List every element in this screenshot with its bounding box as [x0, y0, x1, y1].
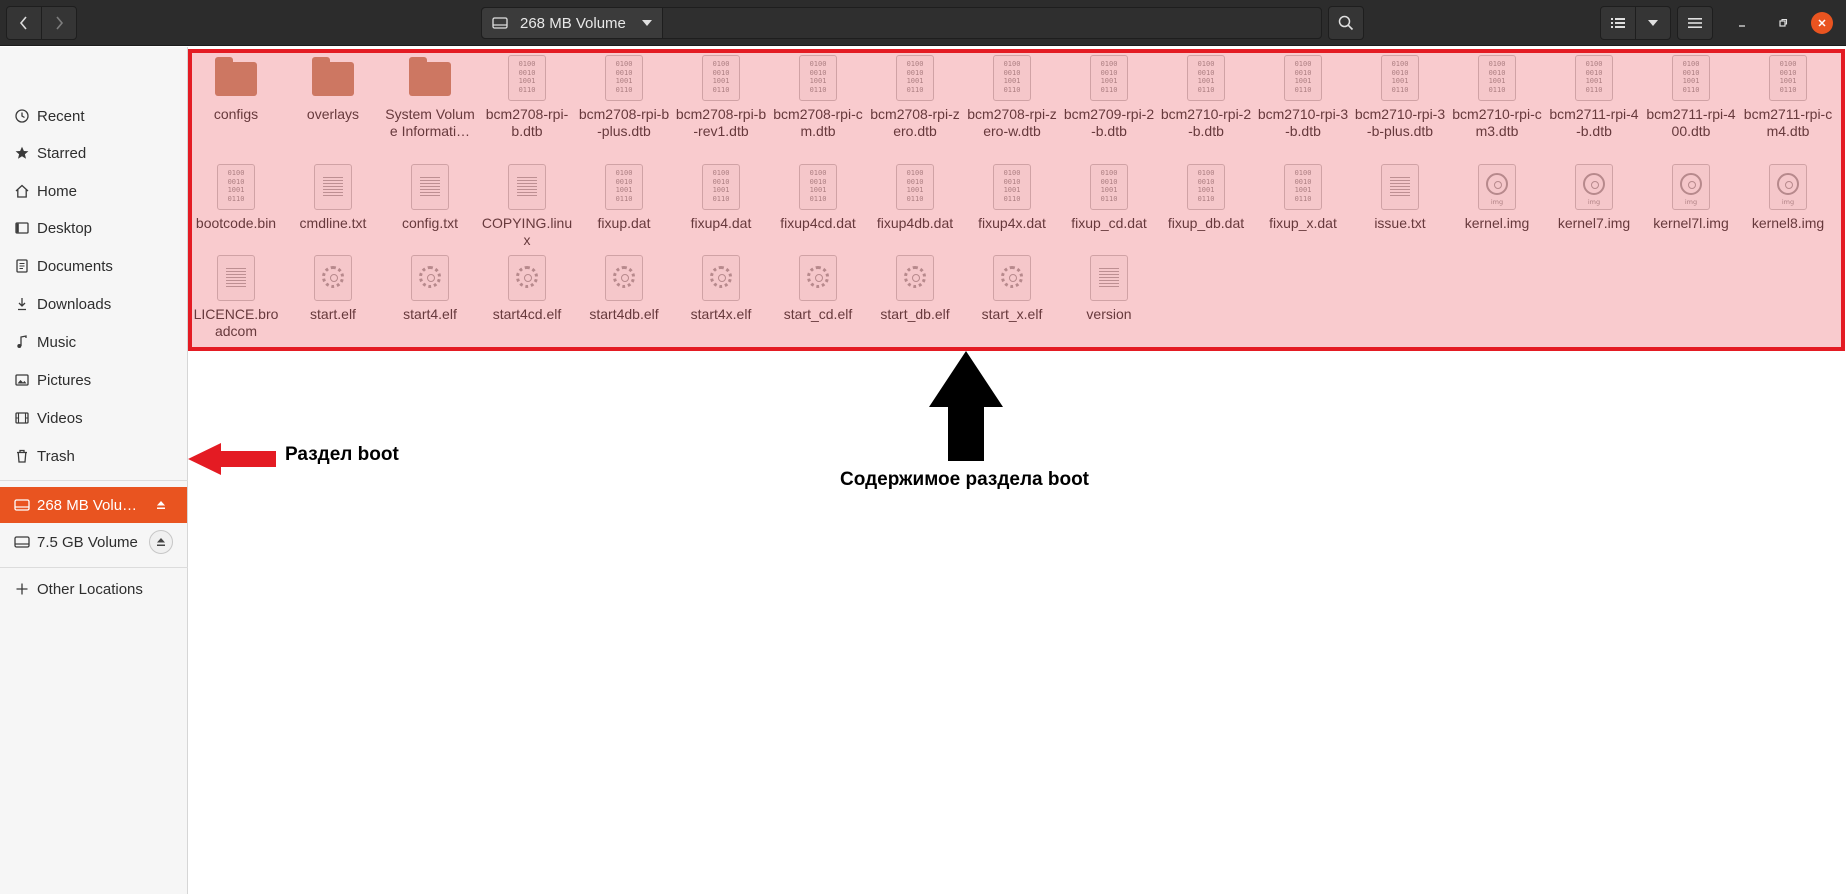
- sidebar-separator: [0, 567, 188, 568]
- plus-icon: [13, 580, 31, 598]
- close-icon: [1818, 19, 1826, 27]
- music-icon: [13, 333, 31, 351]
- sidebar-item-label: Downloads: [37, 295, 112, 313]
- sidebar-item-label: Home: [37, 182, 78, 200]
- sidebar-item-home[interactable]: Home: [0, 173, 187, 209]
- trash-icon: [13, 447, 31, 465]
- maximize-icon: [1779, 18, 1788, 27]
- sidebar-item-pictures[interactable]: Pictures: [0, 362, 187, 398]
- sidebar-item-videos[interactable]: Videos: [0, 400, 187, 436]
- sidebar-item-label: Music: [37, 333, 77, 351]
- close-button[interactable]: [1811, 12, 1833, 34]
- chevron-left-icon: [19, 16, 27, 30]
- sidebar-item-label: Pictures: [37, 371, 92, 389]
- minimize-icon: [1739, 25, 1745, 27]
- boot-content-highlight: [188, 49, 1845, 351]
- main-menu-button[interactable]: [1677, 6, 1713, 40]
- sidebar-item-starred[interactable]: Starred: [0, 135, 187, 171]
- caret-down-icon: [1648, 20, 1658, 26]
- eject-button[interactable]: [149, 493, 173, 517]
- star-icon: [13, 144, 31, 162]
- video-icon: [13, 409, 31, 427]
- sidebar-item-label: Desktop: [37, 219, 93, 237]
- picture-icon: [13, 371, 31, 389]
- sidebar-item-recent[interactable]: Recent: [0, 98, 187, 134]
- list-view-button[interactable]: [1600, 6, 1636, 40]
- sidebar-item-label: 7.5 GB Volume: [37, 533, 138, 551]
- back-button[interactable]: [6, 6, 42, 40]
- sidebar-item-volume-1[interactable]: 268 MB Volu…: [0, 487, 187, 523]
- hamburger-menu-icon: [1688, 18, 1702, 28]
- sidebar-item-label: Videos: [37, 409, 83, 427]
- list-view-icon: [1611, 18, 1625, 28]
- sidebar-item-trash[interactable]: Trash: [0, 438, 187, 474]
- document-icon: [13, 257, 31, 275]
- sidebar: Recent Starred Home Desktop Documents Downloa…: [0, 47, 188, 894]
- header-bar: 268 MB Volume: [0, 0, 1846, 46]
- download-icon: [13, 295, 31, 313]
- maximize-button[interactable]: [1772, 12, 1794, 34]
- sidebar-item-other-locations[interactable]: Other Locations: [0, 571, 187, 607]
- chevron-right-icon: [56, 16, 64, 30]
- drive-icon: [492, 17, 508, 29]
- sidebar-item-label: Starred: [37, 144, 87, 162]
- sidebar-item-volume-2[interactable]: 7.5 GB Volume: [0, 524, 187, 560]
- sidebar-item-music[interactable]: Music: [0, 324, 187, 360]
- caret-down-icon: [641, 20, 652, 26]
- view-options-button[interactable]: [1635, 6, 1671, 40]
- eject-button[interactable]: [149, 530, 173, 554]
- boot-content-label: Содержимое раздела boot: [840, 469, 1090, 490]
- sidebar-item-label: 268 MB Volu…: [37, 496, 138, 514]
- sidebar-item-label: Trash: [37, 447, 75, 465]
- sidebar-separator: [0, 480, 188, 481]
- black-arrow-up: [929, 351, 1003, 461]
- desktop-icon: [13, 219, 31, 237]
- path-button-current[interactable]: 268 MB Volume: [482, 8, 663, 38]
- clock-icon: [13, 107, 31, 125]
- search-button[interactable]: [1328, 6, 1364, 40]
- drive-icon: [13, 496, 31, 514]
- sidebar-item-desktop[interactable]: Desktop: [0, 210, 187, 246]
- red-arrow-left: [188, 443, 276, 475]
- sidebar-item-label: Recent: [37, 107, 85, 125]
- boot-partition-label: Раздел boot: [285, 444, 399, 465]
- minimize-button[interactable]: [1731, 12, 1753, 34]
- path-bar[interactable]: 268 MB Volume: [481, 7, 1322, 39]
- search-icon: [1338, 15, 1354, 31]
- home-icon: [13, 182, 31, 200]
- sidebar-item-label: Documents: [37, 257, 113, 275]
- sidebar-item-label: Other Locations: [37, 580, 143, 598]
- drive-icon: [13, 533, 31, 551]
- sidebar-item-downloads[interactable]: Downloads: [0, 286, 187, 322]
- path-label: 268 MB Volume: [520, 14, 626, 32]
- sidebar-item-documents[interactable]: Documents: [0, 248, 187, 284]
- forward-button[interactable]: [41, 6, 77, 40]
